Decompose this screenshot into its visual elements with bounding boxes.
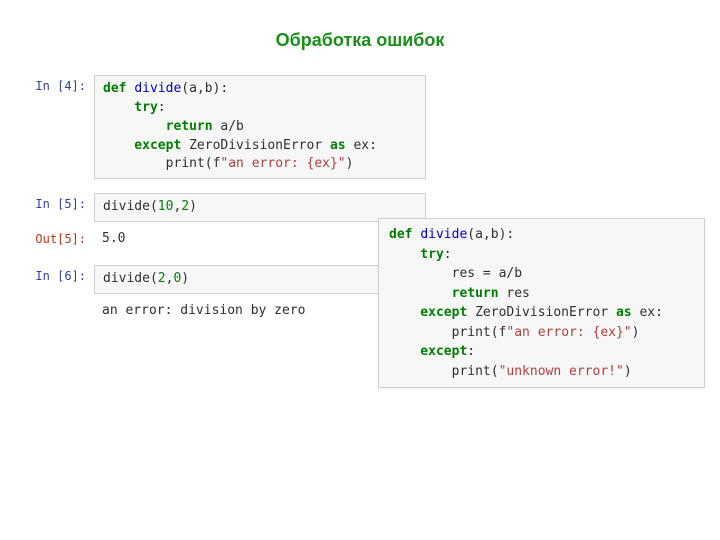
call: divide( [103,199,158,214]
print-call: print(f [389,325,506,340]
prompt-out-5: Out[5]: [26,228,94,246]
colon: : [444,247,452,262]
string: "unknown error!" [499,364,624,379]
expr: a/b [220,119,243,134]
func-name: divide [420,227,467,242]
kw-except: except [389,305,475,320]
cell-in-4: In [4]: def divide(a,b): try: return a/b… [26,75,426,179]
output-5: 5.0 [94,228,426,251]
paren: ) [624,364,632,379]
exc-var: ex: [353,138,376,153]
cell-in-6: In [6]: divide(2,0) [26,265,426,294]
page-title: Обработка ошибок [0,30,720,51]
cell-out-5: Out[5]: 5.0 [26,228,426,251]
sig: (a,b): [181,81,228,96]
kw-try: try [389,247,444,262]
fstring: "an error: {ex}" [220,156,345,171]
notebook-area: In [4]: def divide(a,b): try: return a/b… [26,75,426,337]
code-in-6: divide(2,0) [94,265,426,294]
num-2: 2 [158,271,166,286]
num-2: 2 [181,199,189,214]
kw-return: return [389,286,506,301]
paren: ) [189,199,197,214]
kw-def: def [103,81,134,96]
code-in-5: divide(10,2) [94,193,426,222]
kw-return: return [103,119,220,134]
paren: ) [632,325,640,340]
kw-try: try [103,100,158,115]
cell-stdout-6: an error: division by zero [26,300,426,323]
paren: ) [181,271,189,286]
prompt-in-4: In [4]: [26,75,94,93]
print-call: print(f [103,156,220,171]
stdout-6: an error: division by zero [94,300,426,323]
exc-type: ZeroDivisionError [475,305,616,320]
exc-type: ZeroDivisionError [189,138,330,153]
paren: ) [346,156,354,171]
kw-except: except [103,138,189,153]
code-in-4: def divide(a,b): try: return a/b except … [94,75,426,179]
print-call: print( [389,364,499,379]
colon: : [467,344,475,359]
kw-as: as [330,138,353,153]
prompt-in-5: In [5]: [26,193,94,211]
assign: res = a/b [389,266,522,281]
side-code-box: def divide(a,b): try: res = a/b return r… [378,218,705,388]
num-10: 10 [158,199,174,214]
kw-def: def [389,227,420,242]
prompt-in-6: In [6]: [26,265,94,283]
kw-as: as [616,305,639,320]
var: res [506,286,529,301]
prompt-empty [26,300,94,304]
func-name: divide [134,81,181,96]
sig: (a,b): [467,227,514,242]
cell-in-5: In [5]: divide(10,2) [26,193,426,222]
call: divide( [103,271,158,286]
kw-except-bare: except [389,344,467,359]
colon: : [158,100,166,115]
exc-var: ex: [639,305,662,320]
fstring: "an error: {ex}" [506,325,631,340]
